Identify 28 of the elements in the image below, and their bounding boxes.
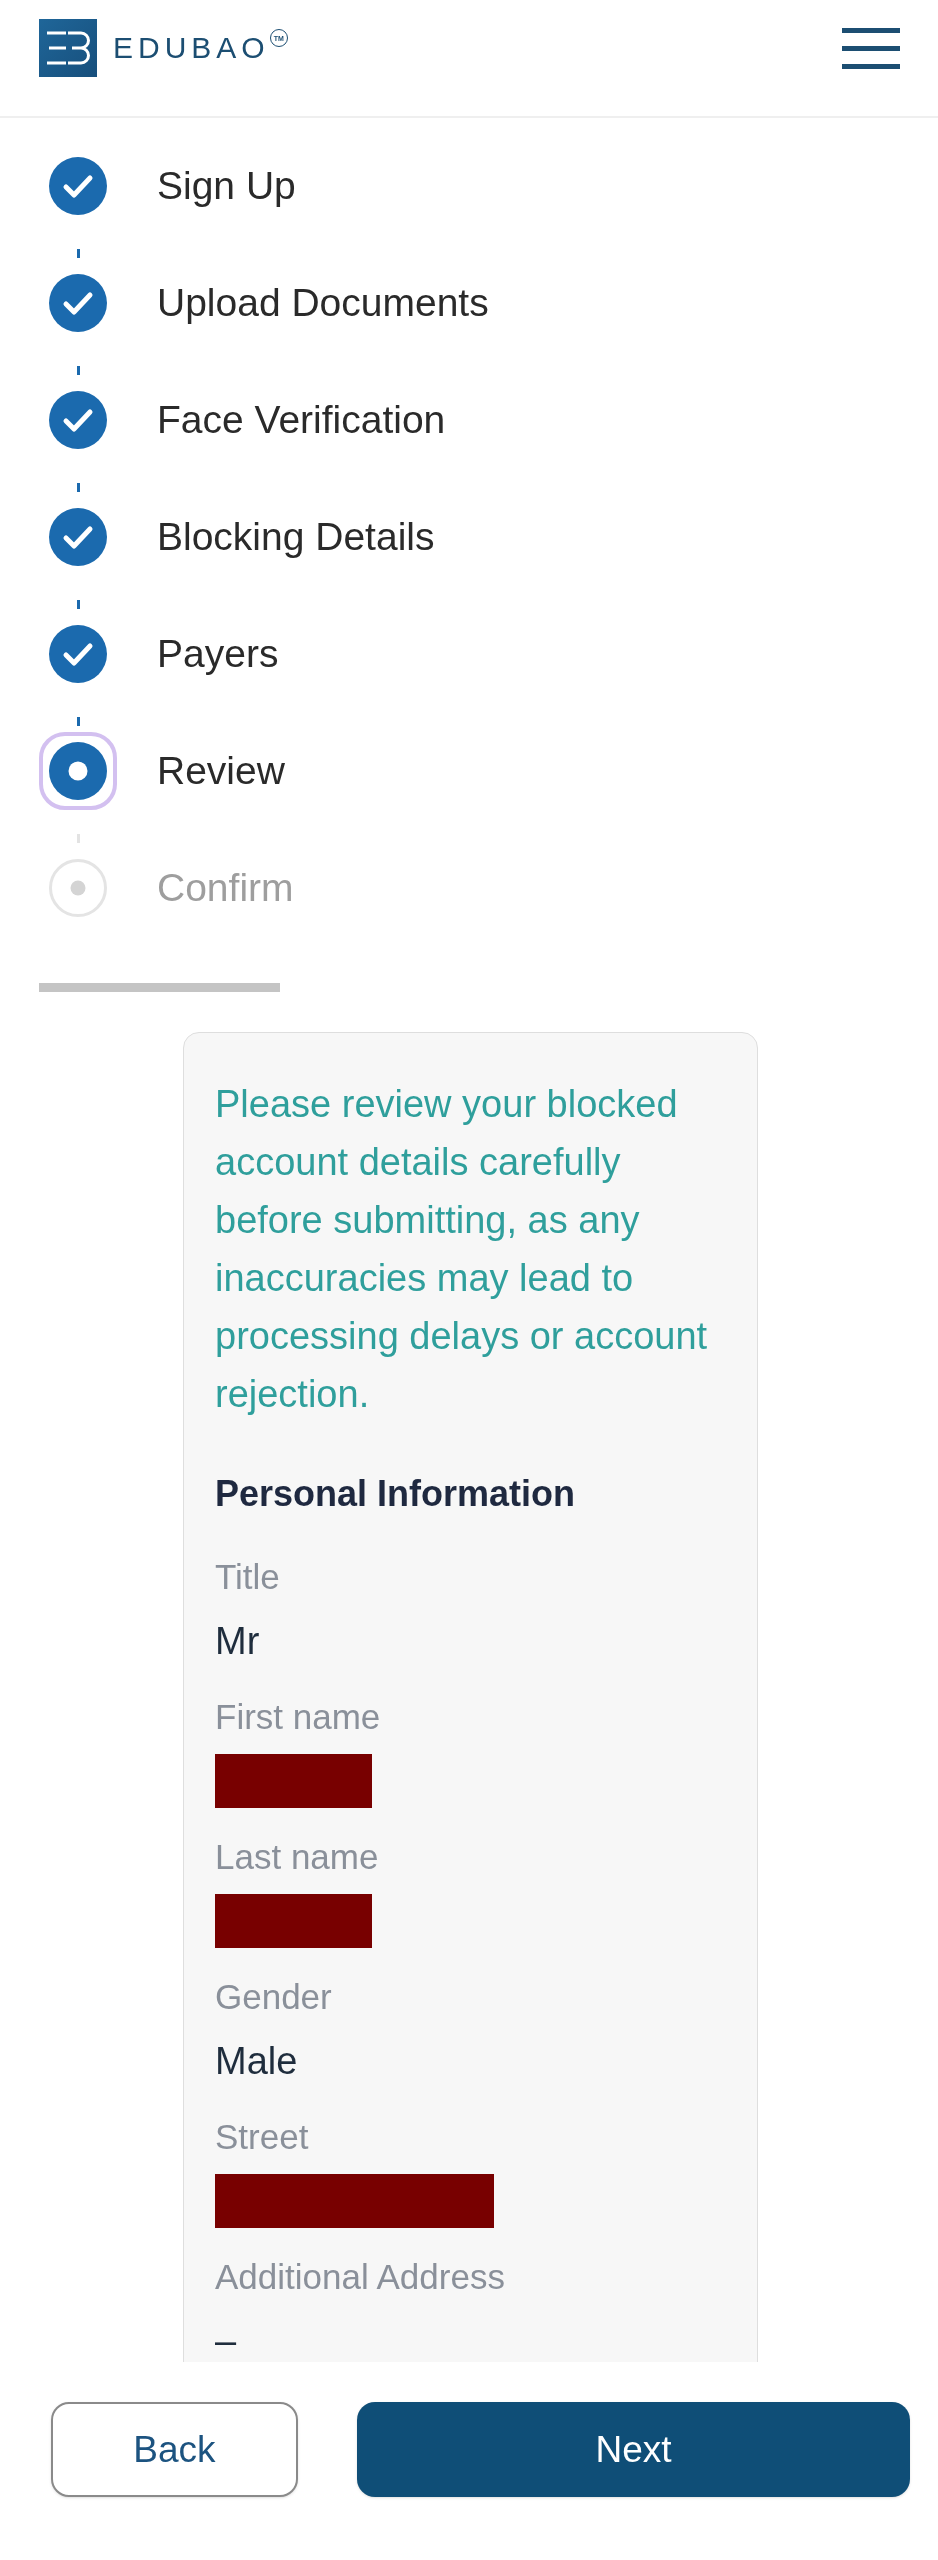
- field-label: Title: [215, 1556, 280, 1598]
- step-label: Blocking Details: [157, 514, 435, 560]
- field-label: Street: [215, 2116, 309, 2158]
- field-label: Additional Address: [215, 2256, 505, 2298]
- step-connector: [76, 483, 80, 492]
- step-connector: [76, 717, 80, 726]
- field-label: Last name: [215, 1836, 379, 1878]
- step-connector: [76, 249, 80, 258]
- step-label: Upload Documents: [157, 280, 489, 326]
- field-label: First name: [215, 1696, 381, 1738]
- step-label: Face Verification: [157, 397, 446, 443]
- field-value: Male: [215, 2041, 298, 2081]
- review-notice: Please review your blocked account details carefully before submitting, as any inaccuracies may lead to processing delays or account rejection.: [215, 1082, 709, 1417]
- step-label: Payers: [157, 631, 279, 677]
- next-button[interactable]: Next: [357, 2402, 910, 2497]
- field-value: –: [215, 2321, 237, 2361]
- brand-name: EDUBAO: [113, 30, 270, 66]
- back-button[interactable]: Back: [51, 2402, 298, 2497]
- step-label: Sign Up: [157, 163, 296, 209]
- menu-button[interactable]: [842, 28, 900, 69]
- step-connector: [76, 366, 80, 375]
- section-title: Personal Information: [215, 1472, 576, 1516]
- step-label: Review: [157, 748, 285, 794]
- field-value: Mr: [215, 1621, 260, 1661]
- step-connector: [76, 600, 80, 609]
- logo-icon: [39, 19, 97, 77]
- field-label: Gender: [215, 1976, 332, 2018]
- step-label: Confirm: [157, 865, 294, 911]
